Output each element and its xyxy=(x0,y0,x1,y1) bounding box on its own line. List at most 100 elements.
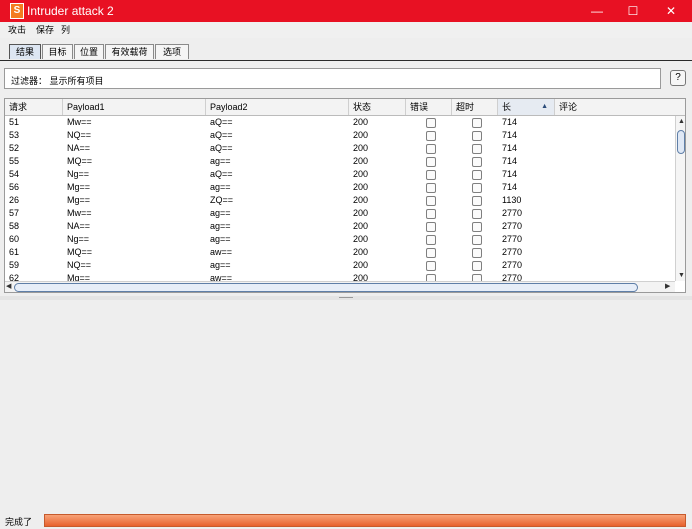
error-checkbox[interactable] xyxy=(426,131,436,141)
maximize-button[interactable]: ☐ xyxy=(614,0,652,22)
horizontal-scroll-thumb[interactable] xyxy=(14,283,638,292)
table-row[interactable]: 58 NA== ag== 200 2770 xyxy=(5,220,675,233)
error-checkbox[interactable] xyxy=(426,209,436,219)
error-checkbox[interactable] xyxy=(426,274,436,281)
column-header-request[interactable]: 请求 xyxy=(5,99,63,115)
column-header-error[interactable]: 错误 xyxy=(406,99,452,115)
timeout-checkbox[interactable] xyxy=(472,222,482,232)
cell-payload1: NA== xyxy=(67,143,91,153)
timeout-checkbox[interactable] xyxy=(472,183,482,193)
column-header-payload1[interactable]: Payload1 xyxy=(63,99,206,115)
timeout-checkbox[interactable] xyxy=(472,118,482,128)
status-bar: 完成了 xyxy=(0,513,692,529)
splitter-grip-icon[interactable] xyxy=(339,297,353,298)
timeout-checkbox[interactable] xyxy=(472,131,482,141)
table-row[interactable]: 61 MQ== aw== 200 2770 xyxy=(5,246,675,259)
column-header-timeout[interactable]: 超时 xyxy=(452,99,498,115)
column-header-length[interactable]: 长 ▲ xyxy=(498,99,555,115)
error-checkbox[interactable] xyxy=(426,170,436,180)
cell-status: 200 xyxy=(353,221,369,231)
horizontal-scrollbar[interactable]: ◀ ▶ xyxy=(5,281,675,292)
table-row[interactable]: 26 Mg== ZQ== 200 1130 xyxy=(5,194,675,207)
vertical-scroll-thumb[interactable] xyxy=(677,130,685,154)
table-row[interactable]: 55 MQ== ag== 200 714 xyxy=(5,155,675,168)
table-row[interactable]: 53 NQ== aQ== 200 714 xyxy=(5,129,675,142)
timeout-checkbox[interactable] xyxy=(472,261,482,271)
cell-status: 200 xyxy=(353,143,369,153)
error-checkbox[interactable] xyxy=(426,235,436,245)
error-checkbox[interactable] xyxy=(426,157,436,167)
error-checkbox[interactable] xyxy=(426,222,436,232)
cell-status: 200 xyxy=(353,182,369,192)
cell-payload1: NA== xyxy=(67,221,91,231)
timeout-checkbox[interactable] xyxy=(472,235,482,245)
cell-status: 200 xyxy=(353,169,369,179)
cell-payload1: Ng== xyxy=(67,234,90,244)
table-row[interactable]: 57 Mw== ag== 200 2770 xyxy=(5,207,675,220)
cell-payload2: ag== xyxy=(210,156,231,166)
cell-length: 714 xyxy=(502,156,518,166)
cell-request: 59 xyxy=(9,260,20,270)
cell-payload1: Mg== xyxy=(67,195,91,205)
cell-status: 200 xyxy=(353,130,369,140)
cell-request: 26 xyxy=(9,195,20,205)
table-row[interactable]: 52 NA== aQ== 200 714 xyxy=(5,142,675,155)
cell-payload2: ZQ== xyxy=(210,195,234,205)
column-header-comment[interactable]: 评论 xyxy=(555,99,685,115)
cell-request: 61 xyxy=(9,247,20,257)
cell-request: 57 xyxy=(9,208,20,218)
timeout-checkbox[interactable] xyxy=(472,144,482,154)
cell-payload1: MQ== xyxy=(67,156,93,166)
cell-payload1: Mg== xyxy=(67,182,91,192)
menu-save[interactable]: 保存 xyxy=(36,25,54,35)
progress-fill xyxy=(45,515,685,526)
help-icon[interactable]: ? xyxy=(670,70,686,86)
tab-results[interactable]: 结果 xyxy=(9,44,41,59)
close-button[interactable]: ✕ xyxy=(652,0,690,22)
error-checkbox[interactable] xyxy=(426,196,436,206)
table-row[interactable]: 60 Ng== ag== 200 2770 xyxy=(5,233,675,246)
error-checkbox[interactable] xyxy=(426,183,436,193)
table-row[interactable]: 62 Mg== aw== 200 2770 xyxy=(5,272,675,281)
minimize-button[interactable]: — xyxy=(578,0,616,22)
timeout-checkbox[interactable] xyxy=(472,157,482,167)
table-row[interactable]: 54 Ng== aQ== 200 714 xyxy=(5,168,675,181)
column-header-payload2[interactable]: Payload2 xyxy=(206,99,349,115)
scroll-right-icon[interactable]: ▶ xyxy=(665,282,670,291)
scroll-left-icon[interactable]: ◀ xyxy=(6,282,11,291)
timeout-checkbox[interactable] xyxy=(472,196,482,206)
table-row[interactable]: 51 Mw== aQ== 200 714 xyxy=(5,116,675,129)
vertical-scrollbar[interactable]: ▲ ▼ xyxy=(675,116,685,281)
menu-columns[interactable]: 列 xyxy=(61,25,70,35)
filter-bar[interactable]: 过滤器： 显示所有项目 xyxy=(4,68,661,89)
timeout-checkbox[interactable] xyxy=(472,248,482,258)
table-row[interactable]: 59 NQ== ag== 200 2770 xyxy=(5,259,675,272)
error-checkbox[interactable] xyxy=(426,118,436,128)
cell-payload2: aw== xyxy=(210,247,233,257)
menu-attack[interactable]: 攻击 xyxy=(8,25,26,35)
error-checkbox[interactable] xyxy=(426,261,436,271)
cell-status: 200 xyxy=(353,234,369,244)
cell-length: 714 xyxy=(502,130,518,140)
cell-request: 51 xyxy=(9,117,20,127)
tab-options[interactable]: 选项 xyxy=(155,44,189,59)
tab-target[interactable]: 目标 xyxy=(42,44,73,59)
timeout-checkbox[interactable] xyxy=(472,170,482,180)
cell-request: 56 xyxy=(9,182,20,192)
timeout-checkbox[interactable] xyxy=(472,274,482,281)
cell-payload2: aQ== xyxy=(210,169,233,179)
cell-request: 53 xyxy=(9,130,20,140)
table-row[interactable]: 56 Mg== ag== 200 714 xyxy=(5,181,675,194)
cell-payload2: ag== xyxy=(210,260,231,270)
table-header: 请求 Payload1 Payload2 状态 错误 超时 长 ▲ 评论 xyxy=(5,99,685,116)
scroll-down-icon[interactable]: ▼ xyxy=(678,271,685,280)
tab-positions[interactable]: 位置 xyxy=(74,44,104,59)
error-checkbox[interactable] xyxy=(426,248,436,258)
cell-payload2: aQ== xyxy=(210,117,233,127)
column-header-status[interactable]: 状态 xyxy=(349,99,406,115)
cell-request: 58 xyxy=(9,221,20,231)
tab-payloads[interactable]: 有效载荷 xyxy=(105,44,154,59)
timeout-checkbox[interactable] xyxy=(472,209,482,219)
error-checkbox[interactable] xyxy=(426,144,436,154)
scroll-up-icon[interactable]: ▲ xyxy=(678,117,685,126)
